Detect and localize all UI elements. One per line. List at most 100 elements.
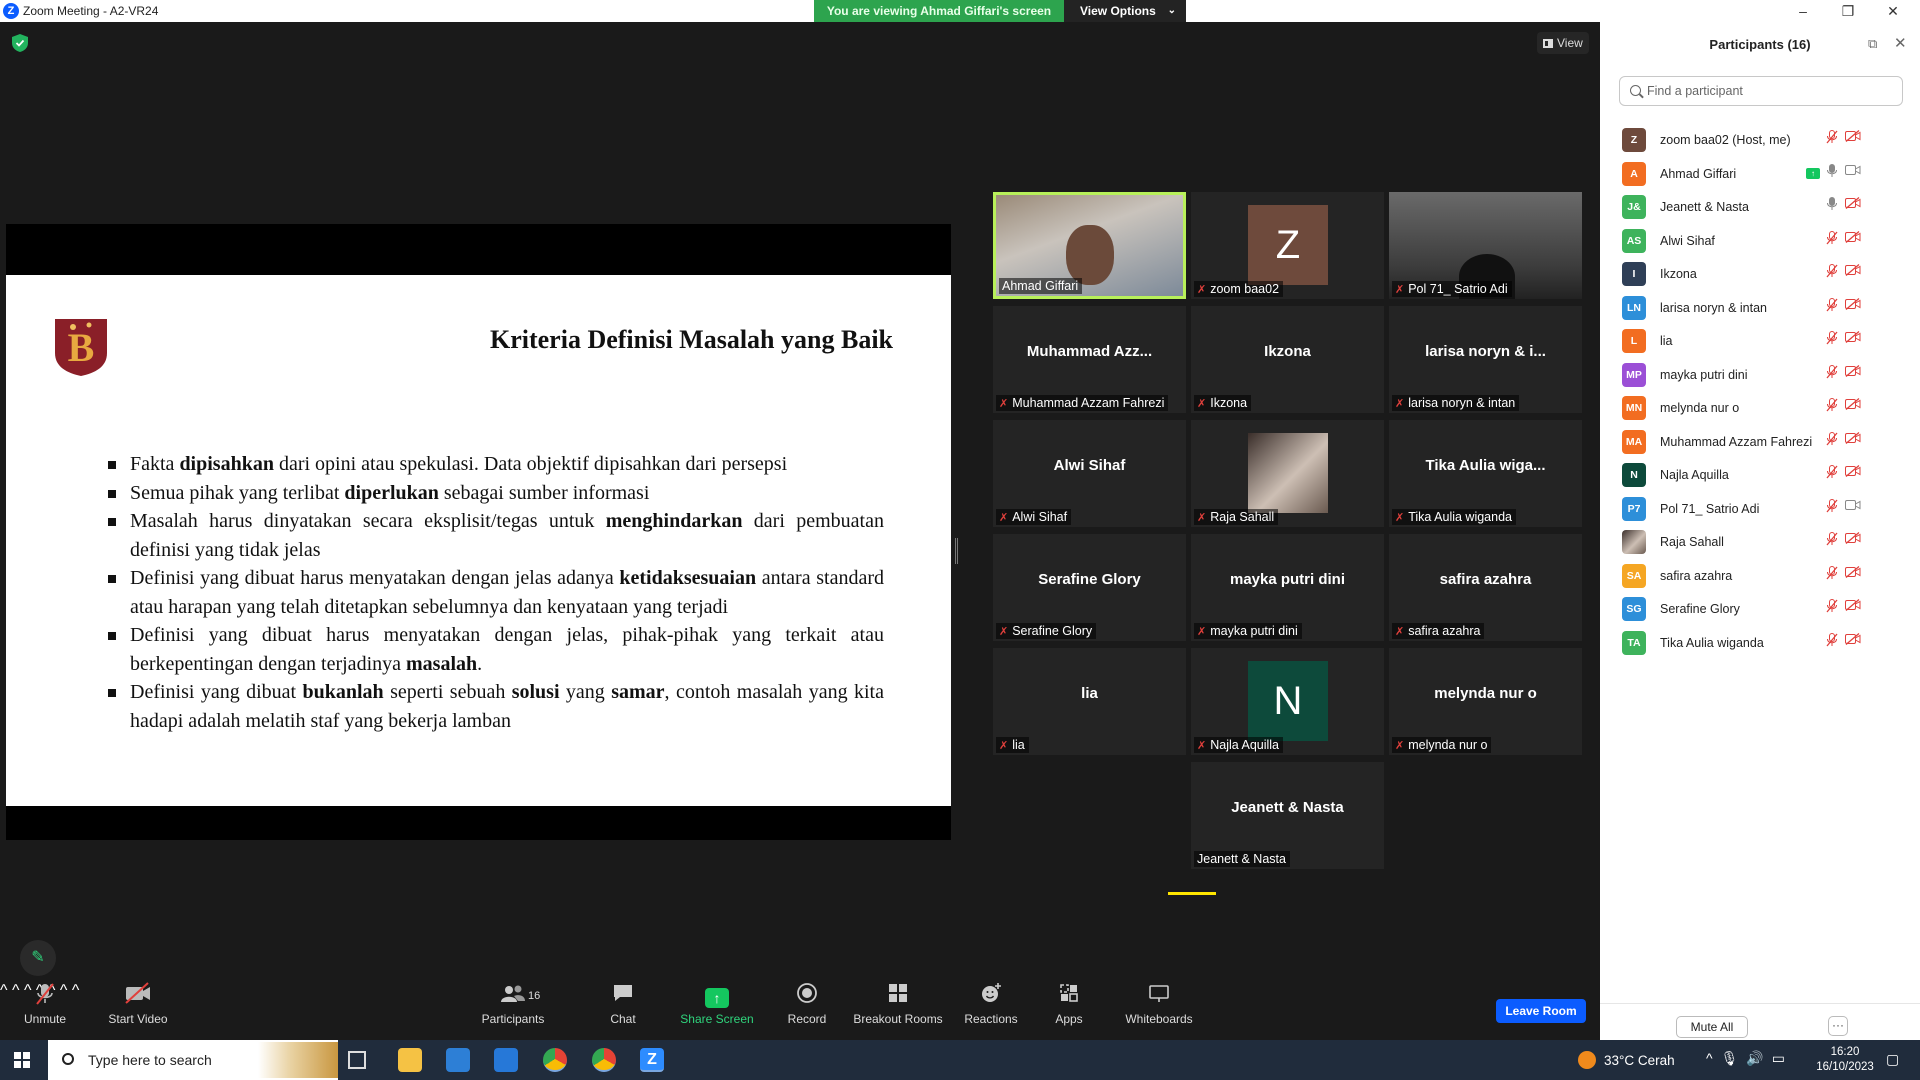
video-tile[interactable]: safira azahra ✗ safira azahra <box>1389 534 1582 641</box>
share-arrow-icon: ↑ <box>705 988 729 1008</box>
mic-muted-icon[interactable] <box>1826 364 1838 382</box>
mail-icon[interactable] <box>494 1048 518 1072</box>
video-tile[interactable]: Serafine Glory ✗ Serafine Glory <box>993 534 1186 641</box>
bullet-bold-text: solusi <box>511 681 560 703</box>
unmute-button[interactable]: Unmute <box>14 982 76 1040</box>
mic-muted-icon[interactable] <box>1826 532 1838 549</box>
mic-muted-icon[interactable] <box>1826 431 1838 449</box>
mic-muted-icon[interactable] <box>1826 264 1838 281</box>
popout-icon[interactable]: ⧉ <box>1868 36 1877 52</box>
view-button[interactable]: View <box>1537 32 1589 54</box>
video-tile[interactable]: Muhammad Azz... ✗ Muhammad Azzam Fahrezi <box>993 306 1186 413</box>
search-icon <box>62 1053 74 1065</box>
video-tile[interactable]: lia ✗ lia <box>993 648 1186 755</box>
more-options-button[interactable]: ··· <box>1828 1016 1848 1036</box>
participant-name: lia <box>1660 334 1673 348</box>
participant-name: Tika Aulia wiganda <box>1660 635 1764 650</box>
video-tile[interactable]: Z ✗ zoom baa02 <box>1191 192 1384 299</box>
mic-icon[interactable] <box>1826 163 1838 181</box>
participant-search-input[interactable]: Find a participant <box>1619 76 1903 106</box>
zoom-logo-icon: Z <box>3 3 19 19</box>
chat-button[interactable]: Chat <box>598 982 648 1040</box>
apps-icon <box>1048 982 1090 1012</box>
restore-button[interactable]: ❐ <box>1833 0 1863 22</box>
svg-text:B: B <box>68 325 95 370</box>
mic-muted-icon[interactable] <box>1826 398 1838 415</box>
video-tile[interactable]: larisa noryn & i... ✗ larisa noryn & intan <box>1389 306 1582 413</box>
weather-widget[interactable]: 33°C Cerah <box>1578 1051 1675 1069</box>
participant-row[interactable]: TA Tika Aulia wiganda <box>1600 623 1920 664</box>
start-video-button[interactable]: Start Video <box>104 982 172 1040</box>
mic-muted-icon[interactable] <box>1826 130 1838 147</box>
video-off-icon <box>104 982 172 1012</box>
mic-muted-icon: ✗ <box>1197 398 1207 410</box>
tile-display-name: Serafine Glory <box>1038 571 1141 588</box>
bullet-bold-text: samar <box>611 681 665 703</box>
taskbar-clock[interactable]: 16:20 16/10/2023 <box>1810 1045 1880 1075</box>
system-tray[interactable]: ^🎙🔊▭ <box>1706 1050 1793 1067</box>
view-options-button[interactable]: View Options ⌄ <box>1064 0 1186 22</box>
audio-options-caret-icon[interactable]: ^ <box>0 982 8 999</box>
video-off-icon <box>1845 632 1861 648</box>
video-tile[interactable]: Ahmad Giffari <box>993 192 1186 299</box>
windows-start-icon[interactable] <box>14 1052 30 1068</box>
minimize-button[interactable]: – <box>1788 0 1818 22</box>
participant-name: safira azahra <box>1660 568 1733 583</box>
chrome-icon[interactable] <box>543 1048 567 1072</box>
zoom-taskbar-icon[interactable]: Z <box>640 1048 664 1072</box>
slide-title: Kriteria Definisi Masalah yang Baik <box>490 325 893 354</box>
video-tile[interactable]: Jeanett & Nasta Jeanett & Nasta <box>1191 762 1384 869</box>
close-window-button[interactable]: ✕ <box>1878 0 1908 22</box>
reactions-button[interactable]: Reactions <box>960 982 1022 1040</box>
mic-muted-icon[interactable] <box>1826 331 1838 348</box>
record-button[interactable]: Record <box>782 982 832 1040</box>
video-tile[interactable]: ✗ Raja Sahall <box>1191 420 1384 527</box>
mic-muted-icon[interactable] <box>1826 632 1838 650</box>
meeting-area: View B Kriteria Definisi Masalah yang Ba… <box>0 22 1600 982</box>
store-icon[interactable] <box>446 1048 470 1072</box>
annotate-pencil-icon[interactable]: ✎ <box>20 940 56 976</box>
notification-icon[interactable]: ▢ <box>1886 1051 1899 1068</box>
video-tile[interactable]: Alwi Sihaf ✗ Alwi Sihaf <box>993 420 1186 527</box>
breakout-rooms-button[interactable]: Breakout Rooms <box>850 982 946 1040</box>
resize-handle[interactable] <box>955 538 958 564</box>
mic-muted-icon[interactable] <box>1826 565 1838 583</box>
video-tile[interactable]: N ✗ Najla Aquilla <box>1191 648 1384 755</box>
task-view-icon[interactable] <box>348 1051 366 1069</box>
video-tile[interactable]: melynda nur o ✗ melynda nur o <box>1389 648 1582 755</box>
mute-all-button[interactable]: Mute All <box>1676 1016 1748 1038</box>
taskbar-search-input[interactable]: Type here to search <box>48 1040 338 1080</box>
mic-muted-icon[interactable] <box>1826 498 1838 516</box>
leave-room-button[interactable]: Leave Room <box>1496 999 1586 1023</box>
mic-muted-icon[interactable] <box>1826 297 1838 315</box>
shared-screen: B Kriteria Definisi Masalah yang Baik Fa… <box>6 224 951 840</box>
apps-button[interactable]: Apps <box>1048 982 1090 1040</box>
shield-icon[interactable] <box>12 34 28 52</box>
video-tile[interactable]: Ikzona ✗ Ikzona <box>1191 306 1384 413</box>
bullet-bold-text: dipisahkan <box>179 453 274 475</box>
avatar: Z <box>1622 128 1646 152</box>
chrome-profile-icon[interactable] <box>592 1048 616 1072</box>
video-tile[interactable]: ✗ Pol 71_ Satrio Adi <box>1389 192 1582 299</box>
share-screen-button[interactable]: ↑ Share Screen <box>680 982 754 1040</box>
tile-name-label: ✗ Raja Sahall <box>1194 509 1279 525</box>
mic-muted-icon: ✗ <box>999 398 1009 410</box>
mic-icon[interactable] <box>1826 197 1838 214</box>
file-explorer-icon[interactable] <box>398 1048 422 1072</box>
speaker-icon[interactable]: 🔊 <box>1746 1050 1771 1066</box>
mic-muted-icon[interactable] <box>1826 465 1838 482</box>
chevron-up-icon[interactable]: ^ <box>1706 1050 1721 1066</box>
tile-name-label: ✗ larisa noryn & intan <box>1392 395 1520 411</box>
bullet-text: yang <box>559 681 612 703</box>
whiteboards-button[interactable]: Whiteboards <box>1122 982 1196 1040</box>
microphone-icon[interactable]: 🎙 <box>1721 1050 1747 1066</box>
participants-button[interactable]: 16 Participants <box>478 982 548 1040</box>
window-title: Zoom Meeting - A2-VR24 <box>23 4 159 18</box>
close-icon[interactable]: ✕ <box>1894 34 1907 52</box>
video-tile[interactable]: mayka putri dini ✗ mayka putri dini <box>1191 534 1384 641</box>
mic-muted-icon[interactable] <box>1826 230 1838 248</box>
network-icon[interactable]: ▭ <box>1772 1050 1793 1066</box>
avatar: MA <box>1622 429 1646 454</box>
video-tile[interactable]: Tika Aulia wiga... ✗ Tika Aulia wiganda <box>1389 420 1582 527</box>
mic-muted-icon[interactable] <box>1826 599 1838 616</box>
